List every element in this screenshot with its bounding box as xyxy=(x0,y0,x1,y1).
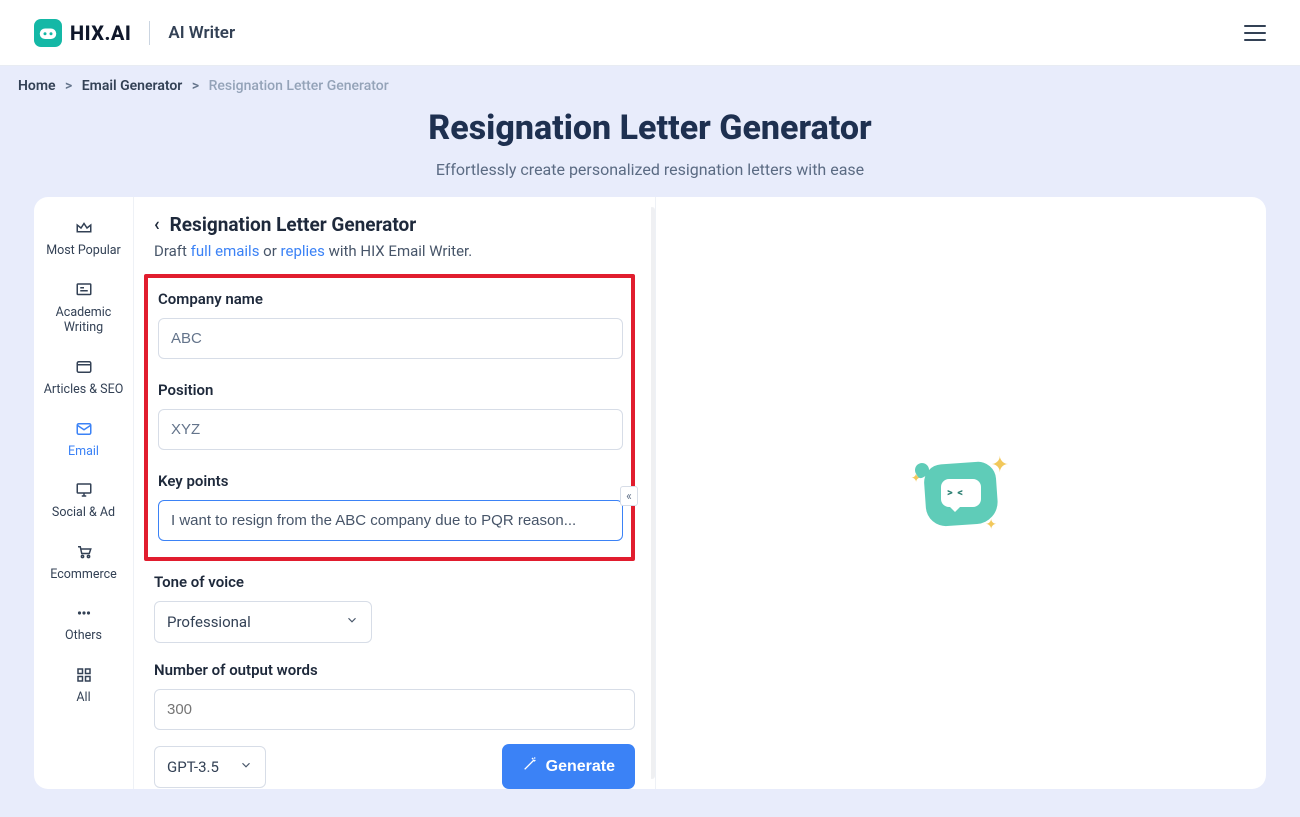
sidebar-item-label: Academic Writing xyxy=(38,305,129,336)
sidebar-item-ecommerce[interactable]: Ecommerce xyxy=(34,531,133,593)
words-label: Number of output words xyxy=(154,661,635,679)
company-input[interactable] xyxy=(158,318,623,359)
wand-icon xyxy=(522,756,538,777)
crown-icon xyxy=(74,219,94,237)
brand-name: HIX.AI xyxy=(70,21,131,45)
form-panel: ‹ Resignation Letter Generator Draft ful… xyxy=(134,197,656,789)
model-value: GPT-3.5 xyxy=(167,758,219,776)
panel-description: Draft full emails or replies with HIX Em… xyxy=(154,242,635,260)
sidebar-item-most-popular[interactable]: Most Popular xyxy=(34,207,133,269)
main-card: Most Popular Academic Writing Articles &… xyxy=(34,197,1266,789)
sidebar-item-academic[interactable]: Academic Writing xyxy=(34,269,133,346)
product-name[interactable]: AI Writer xyxy=(168,23,235,43)
sidebar-item-email[interactable]: Email xyxy=(34,408,133,470)
keypoints-input[interactable] xyxy=(158,500,623,541)
sidebar-item-label: Ecommerce xyxy=(50,567,117,583)
keypoints-label: Key points xyxy=(158,472,623,490)
position-label: Position xyxy=(158,381,623,399)
words-input[interactable] xyxy=(154,689,635,730)
page-title: Resignation Letter Generator xyxy=(0,108,1300,148)
sidebar-item-label: Articles & SEO xyxy=(44,382,124,398)
mascot-illustration: ✦ ✦ ✦ > < xyxy=(911,453,1011,533)
page-subtitle: Effortlessly create personalized resigna… xyxy=(0,160,1300,179)
position-input[interactable] xyxy=(158,409,623,450)
breadcrumb-home[interactable]: Home xyxy=(18,78,56,94)
collapse-panel-button[interactable]: « xyxy=(620,486,638,506)
chevron-down-icon xyxy=(345,613,359,631)
highlighted-inputs: Company name Position Key points xyxy=(144,274,635,561)
full-emails-link[interactable]: full emails xyxy=(191,242,260,260)
document-icon xyxy=(74,281,94,299)
logo-divider xyxy=(149,21,150,45)
sidebar-item-label: Most Popular xyxy=(46,243,121,259)
sidebar-item-label: Others xyxy=(65,628,102,644)
chevron-down-icon xyxy=(239,758,253,776)
sidebar-item-label: Social & Ad xyxy=(52,505,115,521)
brand-logo[interactable]: HIX.AI xyxy=(34,19,131,47)
tone-select[interactable]: Professional xyxy=(154,601,372,643)
category-sidebar: Most Popular Academic Writing Articles &… xyxy=(34,197,134,789)
page-title-area: Resignation Letter Generator Effortlessl… xyxy=(0,108,1300,179)
sidebar-item-social[interactable]: Social & Ad xyxy=(34,469,133,531)
sidebar-item-all[interactable]: All xyxy=(34,654,133,716)
panel-title: Resignation Letter Generator xyxy=(170,213,417,236)
browser-icon xyxy=(74,358,94,376)
breadcrumb: Home > Email Generator > Resignation Let… xyxy=(0,66,1300,104)
breadcrumb-sep: > xyxy=(65,78,72,94)
company-label: Company name xyxy=(158,290,623,308)
replies-link[interactable]: replies xyxy=(281,242,325,260)
grid-icon xyxy=(74,666,94,684)
dots-icon xyxy=(74,604,94,622)
sidebar-item-label: Email xyxy=(68,444,99,460)
panel-header: ‹ Resignation Letter Generator xyxy=(154,213,635,236)
generate-label: Generate xyxy=(546,758,615,776)
model-select[interactable]: GPT-3.5 xyxy=(154,746,266,788)
breadcrumb-current: Resignation Letter Generator xyxy=(209,78,389,94)
tone-value: Professional xyxy=(167,613,251,631)
back-icon[interactable]: ‹ xyxy=(154,214,160,235)
generate-button[interactable]: Generate xyxy=(502,744,635,789)
scrollbar[interactable] xyxy=(649,207,655,779)
tone-label: Tone of voice xyxy=(154,573,635,591)
sidebar-item-others[interactable]: Others xyxy=(34,592,133,654)
app-header: HIX.AI AI Writer xyxy=(0,0,1300,66)
sidebar-item-label: All xyxy=(76,690,90,706)
logo-group: HIX.AI AI Writer xyxy=(34,19,235,47)
mail-icon xyxy=(74,420,94,438)
sidebar-item-articles[interactable]: Articles & SEO xyxy=(34,346,133,408)
breadcrumb-sep: > xyxy=(192,78,199,94)
monitor-icon xyxy=(74,481,94,499)
breadcrumb-email-generator[interactable]: Email Generator xyxy=(82,78,183,94)
output-area: ✦ ✦ ✦ > < xyxy=(656,197,1266,789)
menu-icon[interactable] xyxy=(1244,25,1266,41)
logo-mark-icon xyxy=(34,19,62,47)
cart-icon xyxy=(74,543,94,561)
bottom-row: GPT-3.5 Generate xyxy=(154,744,635,789)
